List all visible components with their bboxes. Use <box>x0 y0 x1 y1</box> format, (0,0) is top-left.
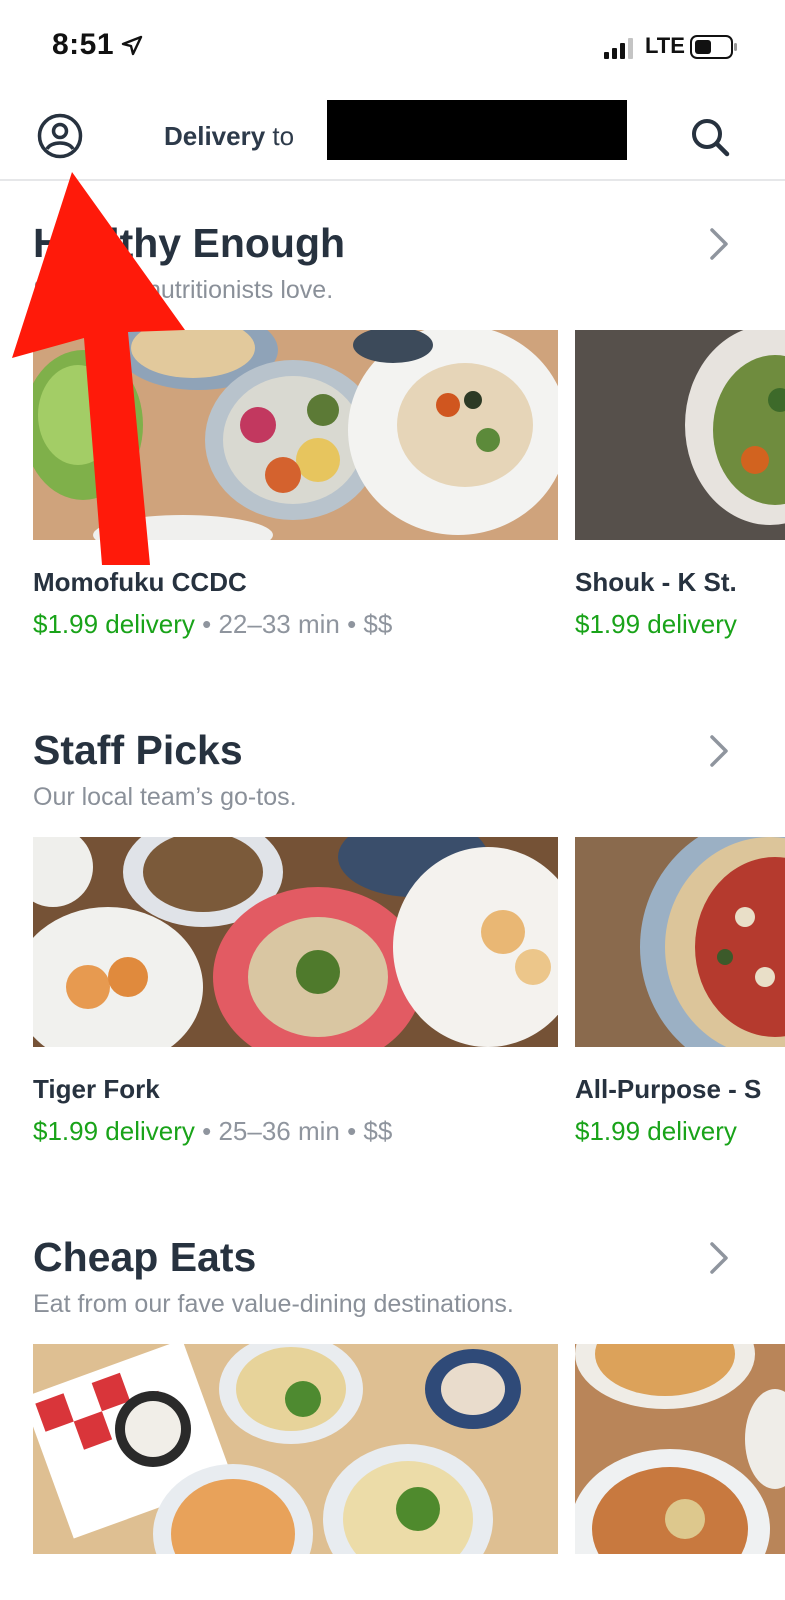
restaurant-name[interactable]: Momofuku CCDC <box>33 567 247 598</box>
delivery-to-label: to <box>272 121 295 151</box>
section-subtitle: Eat from our fave value-dining destinati… <box>33 1290 514 1318</box>
restaurant-name[interactable]: All-Purpose - S <box>575 1074 761 1105</box>
redacted-address[interactable] <box>327 100 627 160</box>
restaurant-photo[interactable] <box>575 330 785 540</box>
restaurant-meta: $1.99 delivery • 22–33 min • $$ <box>33 609 392 640</box>
chevron-right-icon[interactable] <box>706 731 732 771</box>
section-subtitle: Spots our nutritionists love. <box>33 276 334 304</box>
status-bar: 8:51 LTE <box>0 0 785 95</box>
delivery-fee: $1.99 delivery <box>575 609 737 639</box>
chevron-right-icon[interactable] <box>706 1238 732 1278</box>
search-icon[interactable] <box>688 115 732 159</box>
chevron-right-icon[interactable] <box>706 224 732 264</box>
restaurant-meta: $1.99 delivery <box>575 609 737 640</box>
restaurant-photo[interactable] <box>33 837 558 1047</box>
restaurant-meta: $1.99 delivery • 25–36 min • $$ <box>33 1116 392 1147</box>
network-type: LTE <box>645 33 685 58</box>
location-arrow-icon <box>121 35 143 56</box>
section-subtitle: Our local team’s go-tos. <box>33 783 297 811</box>
restaurant-photo[interactable] <box>33 1344 558 1554</box>
delivery-fee: $1.99 delivery <box>33 1116 195 1146</box>
restaurant-name[interactable]: Tiger Fork <box>33 1074 160 1105</box>
restaurant-name[interactable]: Shouk - K St. <box>575 567 737 598</box>
signal-strength-icon <box>604 38 633 59</box>
restaurant-photo[interactable] <box>33 330 558 540</box>
restaurant-photo[interactable] <box>575 1344 785 1554</box>
section-title[interactable]: Cheap Eats <box>33 1234 256 1281</box>
profile-icon[interactable] <box>36 112 84 160</box>
restaurant-photo[interactable] <box>575 837 785 1047</box>
delivery-fee: $1.99 delivery <box>33 609 195 639</box>
battery-icon <box>690 35 737 59</box>
section-title[interactable]: Staff Picks <box>33 727 243 774</box>
eta-price: • 22–33 min • $$ <box>194 609 393 639</box>
delivery-address-selector[interactable]: Delivery to <box>164 121 294 152</box>
delivery-fee: $1.99 delivery <box>575 1116 737 1146</box>
eta-price: • 25–36 min • $$ <box>194 1116 393 1146</box>
restaurant-meta: $1.99 delivery <box>575 1116 737 1147</box>
status-time: 8:51 <box>52 28 115 61</box>
delivery-label: Delivery <box>164 121 266 151</box>
top-nav-bar: Delivery to <box>0 95 785 181</box>
section-title[interactable]: Healthy Enough <box>33 220 345 267</box>
